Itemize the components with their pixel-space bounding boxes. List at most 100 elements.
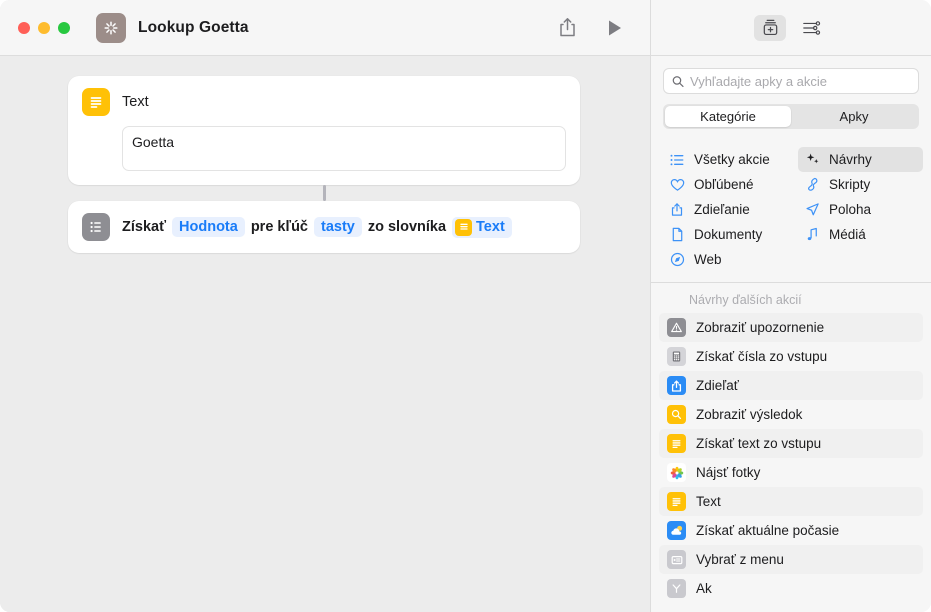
play-icon [607,19,623,37]
sliders-icon [802,19,822,37]
category-item-sharing[interactable]: Zdieľanie [663,197,798,222]
list-item[interactable]: Získať čísla zo vstupu [659,342,923,371]
action-card-dictionary[interactable]: Získať Hodnota pre kľúč tasty zo slovník… [68,201,580,253]
titlebar: Lookup Goetta [0,0,650,56]
share-button[interactable] [550,13,584,43]
list-item-label: Získať čísla zo vstupu [696,349,827,364]
list-item-label: Nájsť fotky [696,465,760,480]
action-title: Text [122,94,149,110]
weather-icon [667,521,686,540]
editor-pane: Lookup Goetta [0,0,650,612]
list-item[interactable]: Získať text zo vstupu [659,429,923,458]
music-note-icon [804,227,820,242]
shortcut-settings-button[interactable] [796,15,828,41]
categories-grid: Všetky akcie Návrhy [663,147,923,272]
category-label: Obľúbené [694,177,753,192]
list-item[interactable]: Vybrať z menu [659,545,923,574]
share-icon [558,17,577,38]
list-item-label: Zobraziť výsledok [696,407,802,422]
traffic-lights [18,22,70,34]
dict-token-source[interactable]: Text [452,217,512,238]
category-label: Návrhy [829,152,872,167]
list-item-label: Text [696,494,721,509]
shortcuts-icon [96,13,126,43]
dict-word-get: Získať [122,219,166,235]
list-item-label: Získať text zo vstupu [696,436,821,451]
tab-categories[interactable]: Kategórie [665,106,791,127]
list-item[interactable]: Text [659,487,923,516]
menu-icon [667,550,686,569]
list-item-label: Získať aktuálne počasie [696,523,839,538]
list-item-label: Zobraziť upozornenie [696,320,824,335]
dictionary-action-icon [82,213,110,241]
category-label: Médiá [829,227,866,242]
category-item-location[interactable]: Poloha [798,197,923,222]
location-arrow-icon [804,202,820,217]
photos-icon [667,463,686,482]
if-icon [667,579,686,598]
tab-apps[interactable]: Apky [791,106,917,127]
category-label: Poloha [829,202,871,217]
list-item[interactable]: Zobraziť upozornenie [659,313,923,342]
list-item-label: Vybrať z menu [696,552,784,567]
calculator-icon [667,347,686,366]
library-toolbar [651,0,931,56]
category-label: Dokumenty [694,227,762,242]
dict-token-value[interactable]: Hodnota [172,217,245,237]
text-action-icon [667,434,686,453]
action-card-header: Text [82,88,566,116]
list-item-label: Zdieľať [696,378,739,393]
category-item-favorites[interactable]: Obľúbené [663,172,798,197]
share-icon [669,202,685,217]
search-area [651,56,931,94]
script-icon [804,177,820,192]
action-card-text[interactable]: Text Goetta [68,76,580,185]
category-item-media[interactable]: Médiá [798,222,923,247]
category-item-suggestions[interactable]: Návrhy [798,147,923,172]
list-item[interactable]: Zobraziť výsledok [659,400,923,429]
suggestions-list: Zobraziť upozornenie Získať čísla zo vst [651,313,931,612]
document-icon [669,227,685,242]
search-input[interactable] [690,74,910,89]
dict-word-fromdict: zo slovníka [368,219,446,235]
page-title: Lookup Goetta [138,19,249,37]
category-item-scripting[interactable]: Skripty [798,172,923,197]
dict-word-forkey: pre kľúč [251,219,308,235]
dictionary-action-text: Získať Hodnota pre kľúč tasty zo slovník… [122,217,512,238]
action-library-pane: Kategórie Apky Všetky akcie [650,0,931,612]
list-item[interactable]: Získať aktuálne počasie [659,516,923,545]
category-item-documents[interactable]: Dokumenty [663,222,798,247]
search-icon [672,75,684,88]
close-button[interactable] [18,22,30,34]
action-library-button[interactable] [754,15,786,41]
compass-icon [669,252,685,267]
dict-token-key[interactable]: tasty [314,217,362,237]
search-box[interactable] [663,68,919,94]
category-item-web[interactable]: Web [663,247,798,272]
list-item-label: Ak [696,581,712,596]
list-item[interactable]: Zdieľať [659,371,923,400]
category-label: Web [694,252,722,267]
category-item-all-actions[interactable]: Všetky akcie [663,147,798,172]
run-button[interactable] [598,13,632,43]
zoom-button[interactable] [58,22,70,34]
category-label: Skripty [829,177,870,192]
suggestions-header: Návrhy ďalších akcií [651,283,931,313]
action-connector [323,185,326,201]
categories-area: Všetky akcie Návrhy [651,133,931,283]
action-library-icon [761,18,780,37]
alert-icon [667,318,686,337]
sparkles-icon [804,152,820,167]
list-item[interactable]: Ak [659,574,923,603]
list-icon [669,153,685,167]
minimize-button[interactable] [38,22,50,34]
list-item[interactable]: Nájsť fotky [659,458,923,487]
library-segmented-control: Kategórie Apky [663,104,919,129]
text-action-icon [82,88,110,116]
category-label: Zdieľanie [694,202,750,217]
share-blue-icon [667,376,686,395]
quicklook-icon [667,405,686,424]
text-input-field[interactable]: Goetta [122,126,566,171]
shortcuts-window: Lookup Goetta [0,0,931,612]
grid-filler [798,247,923,272]
